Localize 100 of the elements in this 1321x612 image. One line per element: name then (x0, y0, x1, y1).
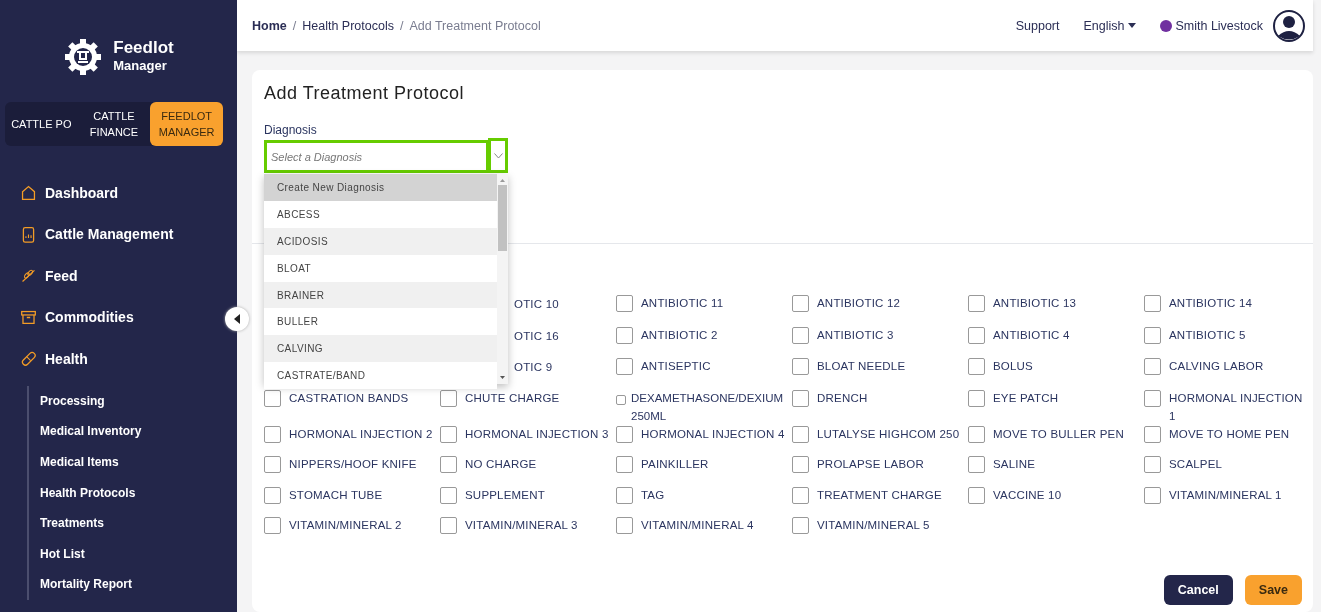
breadcrumb-current: Add Treatment Protocol (409, 18, 541, 33)
dropdown-toggle[interactable] (488, 138, 508, 173)
checkbox[interactable] (968, 358, 985, 375)
diagnosis-select[interactable]: Select a Diagnosis (264, 140, 489, 173)
checkbox-label: OTIC 9 (513, 360, 554, 375)
breadcrumb-separator: / (399, 18, 404, 33)
nav-subitem[interactable]: Treatments (40, 507, 237, 539)
language-dropdown[interactable]: English (1083, 18, 1137, 33)
dropdown-option[interactable]: CALVING (264, 335, 497, 363)
checkbox[interactable] (1144, 326, 1161, 344)
checkbox[interactable] (616, 517, 633, 534)
page-title: Add Treatment Protocol (264, 81, 466, 105)
checkbox-label: PAINKILLER (641, 457, 709, 472)
checkbox-label: OTIC 10 (513, 297, 560, 312)
checkbox[interactable] (616, 295, 633, 312)
checkbox[interactable] (264, 486, 281, 504)
app-tab[interactable]: FEEDLOT MANAGER (150, 102, 223, 146)
dropdown-option[interactable]: Create New Diagnosis (264, 174, 497, 201)
checkbox-label: EYE PATCH (993, 390, 1059, 406)
checkbox[interactable] (616, 456, 633, 473)
checkbox[interactable] (440, 517, 457, 534)
checkbox[interactable] (440, 389, 457, 407)
checkbox[interactable] (792, 486, 809, 504)
checkbox-label: DEXAMETHASONE/DEXIUM 250ML (631, 390, 785, 424)
checkbox[interactable] (1144, 425, 1161, 443)
dropdown-option[interactable]: ACIDOSIS (264, 227, 497, 255)
nav-item[interactable]: Commodities (20, 296, 134, 338)
checkbox-label: MOVE TO BULLER PEN (993, 426, 1124, 442)
checkbox[interactable] (440, 456, 457, 473)
checkbox[interactable] (264, 389, 281, 407)
checkbox[interactable] (264, 517, 281, 534)
checkbox[interactable] (968, 295, 985, 312)
nav-item[interactable]: Health (20, 338, 88, 380)
nav-item[interactable]: Feed (20, 255, 78, 297)
checkbox-label: TREATMENT CHARGE (817, 487, 942, 503)
checkbox-label: OTIC 16 (513, 328, 560, 344)
app-tab[interactable]: CATTLE PO (5, 102, 78, 146)
checkbox-label: HORMONAL INJECTION 1 (1169, 390, 1304, 424)
nav-icon (20, 184, 37, 202)
checkbox[interactable] (792, 456, 809, 473)
checkbox[interactable] (264, 456, 281, 473)
nav-subitem[interactable]: Medical Items (40, 446, 237, 478)
checkbox[interactable] (616, 326, 633, 344)
checkbox[interactable] (968, 326, 985, 344)
checkbox-label: LUTALYSE HIGHCOM 250 (817, 426, 960, 442)
checkbox[interactable] (968, 389, 985, 407)
checkbox[interactable] (792, 425, 809, 443)
nav-item[interactable]: Dashboard (20, 172, 119, 214)
account-name[interactable]: Smith Livestock (1175, 18, 1263, 33)
breadcrumb-link[interactable]: Health Protocols (302, 18, 394, 33)
checkbox[interactable] (264, 425, 281, 443)
checkbox-label: SCALPEL (1169, 457, 1223, 472)
checkbox[interactable] (1144, 295, 1161, 312)
checkbox-label: ANTIBIOTIC 3 (817, 327, 894, 343)
checkbox[interactable] (1144, 456, 1161, 473)
breadcrumb-link[interactable]: Home (252, 18, 287, 33)
checkbox-label: CASTRATION BANDS (289, 390, 409, 406)
checkbox[interactable] (968, 456, 985, 473)
nav-icon (20, 225, 37, 243)
support-link[interactable]: Support (1015, 18, 1060, 33)
checkbox[interactable] (616, 486, 633, 504)
checkbox[interactable] (440, 486, 457, 504)
avatar-icon[interactable] (1273, 9, 1305, 42)
checkbox[interactable] (616, 394, 626, 405)
nav-subitem[interactable]: Processing (40, 385, 237, 417)
breadcrumb-separator: / (292, 18, 297, 33)
app-tab[interactable]: CATTLE FINANCE (77, 102, 151, 146)
checkbox[interactable] (968, 486, 985, 504)
checkbox[interactable] (968, 425, 985, 443)
checkbox[interactable] (792, 389, 809, 407)
nav-icon (20, 308, 37, 326)
checkbox[interactable] (1144, 486, 1161, 504)
checkbox-label: SALINE (993, 457, 1036, 472)
collapse-button[interactable] (225, 307, 249, 331)
nav-icon (20, 350, 37, 368)
logo-subtitle: Manager (113, 57, 168, 75)
checkbox-label: NO CHARGE (465, 457, 537, 472)
cancel-button[interactable]: Cancel (1163, 575, 1233, 605)
checkbox-label: BLOAT NEEDLE (817, 359, 906, 374)
logo-title: Feedlot (113, 39, 174, 57)
nav-subitem[interactable]: Medical Inventory (40, 416, 237, 447)
checkbox[interactable] (792, 517, 809, 534)
nav-subitem[interactable]: Health Protocols (40, 477, 237, 508)
nav-subitem[interactable]: Hot List (40, 538, 237, 570)
checkbox[interactable] (792, 358, 809, 375)
nav-item[interactable]: Cattle Management (20, 213, 174, 255)
save-button[interactable]: Save (1244, 575, 1302, 605)
dropdown-option[interactable]: BRAINER (264, 281, 497, 309)
nav-subitem[interactable]: Mortality Report (40, 569, 237, 600)
checkbox[interactable] (792, 295, 809, 312)
checkbox[interactable] (1144, 358, 1161, 375)
checkbox-label: ANTIBIOTIC 13 (993, 296, 1077, 311)
checkbox[interactable] (616, 425, 633, 443)
checkbox[interactable] (440, 425, 457, 443)
checkbox[interactable] (1144, 389, 1161, 407)
checkbox-label: BOLUS (993, 359, 1033, 374)
checkbox[interactable] (616, 358, 633, 375)
checkbox-label: VITAMIN/MINERAL 1 (1169, 487, 1282, 503)
logo-icon (63, 37, 104, 77)
checkbox[interactable] (792, 326, 809, 344)
